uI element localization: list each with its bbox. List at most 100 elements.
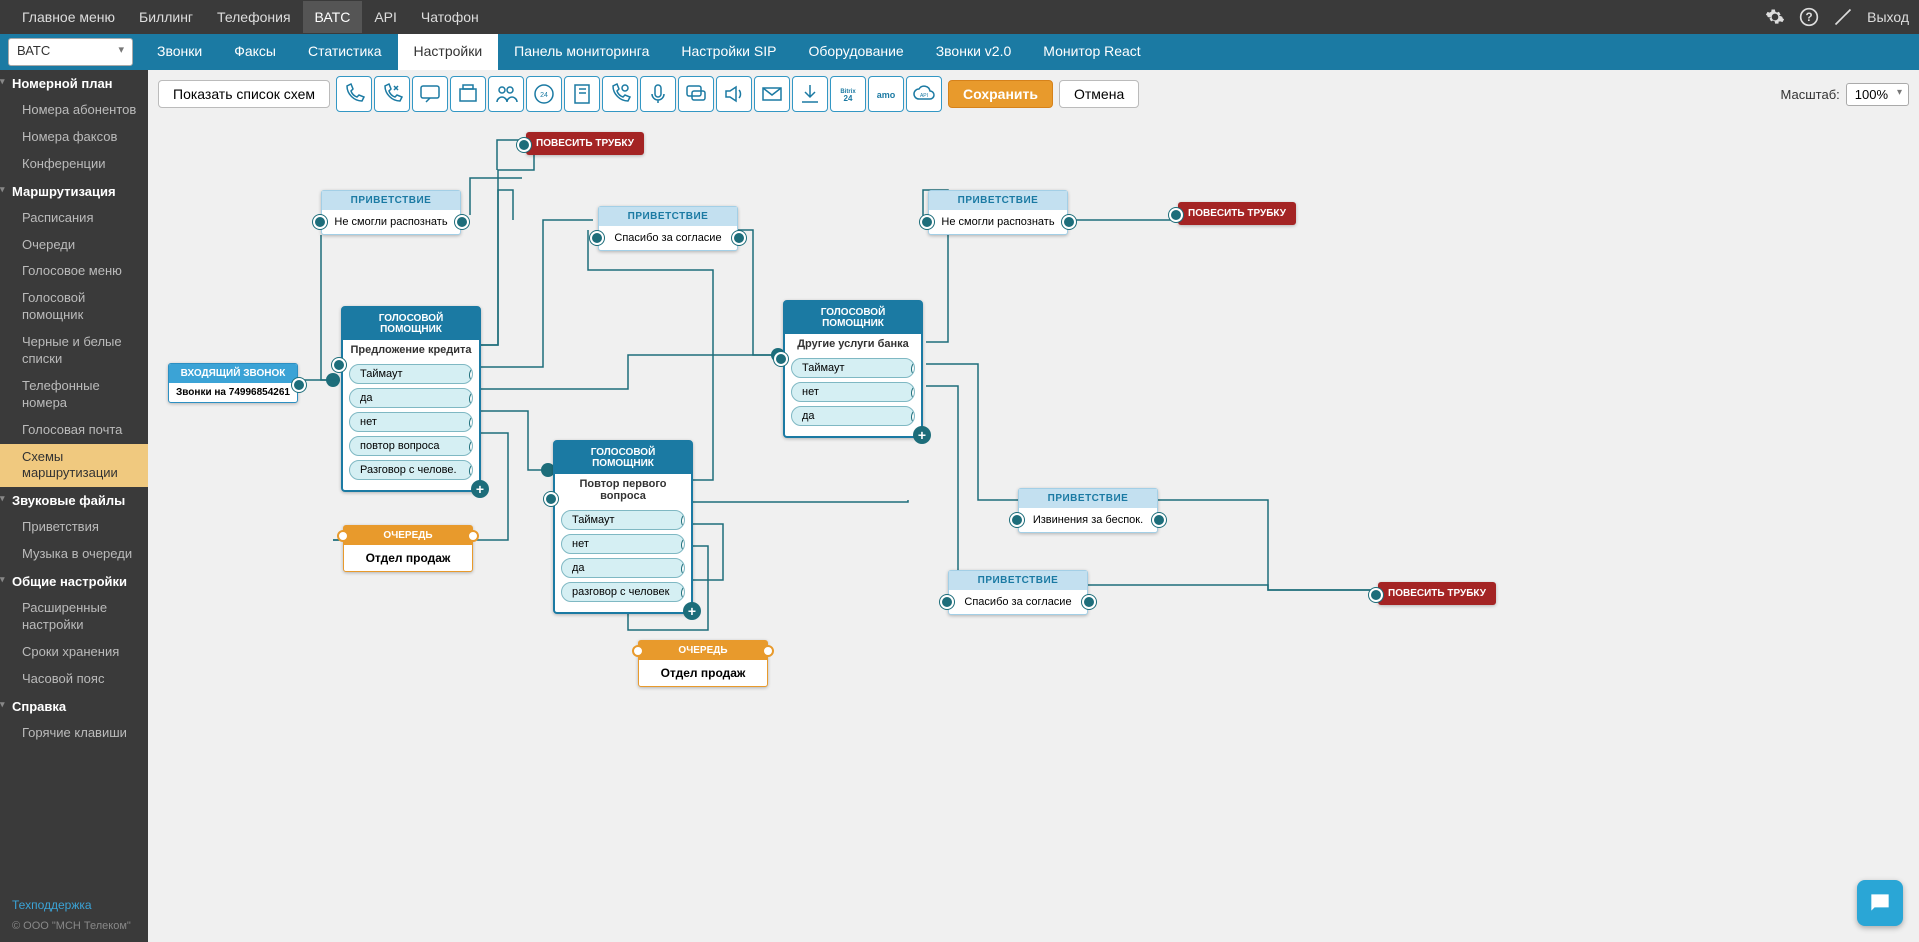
tool-cloud-api-icon[interactable]: API — [906, 76, 942, 112]
node-greeting-1[interactable]: ПРИВЕТСТВИЕ Не смогли распознать — [321, 190, 461, 235]
port-in[interactable] — [313, 215, 327, 229]
voice-opt-timeout[interactable]: ТаймаутT — [349, 364, 473, 384]
tool-phone-record-icon[interactable] — [602, 76, 638, 112]
tool-mic-icon[interactable] — [640, 76, 676, 112]
port-in[interactable] — [1369, 588, 1383, 602]
node-queue-2[interactable]: ОЧЕРЕДЬ Отдел продаж — [638, 640, 768, 687]
port-opt[interactable] — [470, 463, 473, 479]
sidebar-item-schedules[interactable]: Расписания — [0, 205, 148, 232]
topnav-billing[interactable]: Биллинг — [127, 1, 205, 33]
port-out[interactable] — [292, 378, 306, 392]
node-queue-1[interactable]: ОЧЕРЕДЬ Отдел продаж — [343, 525, 473, 572]
flow-canvas[interactable]: ВХОДЯЩИЙ ЗВОНОК Звонки на 74996854261 ПО… — [148, 70, 1919, 942]
voice-opt-timeout[interactable]: ТаймаутT — [561, 510, 685, 530]
tool-download-icon[interactable] — [792, 76, 828, 112]
topnav-chatofon[interactable]: Чатофон — [409, 1, 491, 33]
port-in[interactable] — [544, 492, 558, 506]
logout-link[interactable]: Выход — [1867, 9, 1909, 25]
sidebar-group-general[interactable]: Общие настройки — [0, 568, 148, 595]
node-greeting-5[interactable]: ПРИВЕТСТВИЕ Спасибо за согласие — [948, 570, 1088, 615]
topnav-main[interactable]: Главное меню — [10, 1, 127, 33]
voice-add-option[interactable]: + — [683, 602, 701, 620]
port-out[interactable] — [1082, 595, 1096, 609]
sidebar-item-voicemail[interactable]: Голосовая почта — [0, 417, 148, 444]
chat-fab[interactable] — [1857, 880, 1903, 926]
port-opt[interactable] — [682, 585, 685, 601]
tab-calls[interactable]: Звонки — [141, 34, 218, 70]
tool-fax-icon[interactable] — [450, 76, 486, 112]
tool-amo-icon[interactable]: amo — [868, 76, 904, 112]
context-dropdown[interactable]: ВАТС — [8, 38, 133, 66]
gear-icon[interactable] — [1765, 7, 1785, 27]
port-out[interactable] — [1152, 513, 1166, 527]
node-incoming-call[interactable]: ВХОДЯЩИЙ ЗВОНОК Звонки на 74996854261 — [168, 363, 298, 403]
topnav-api[interactable]: API — [362, 1, 409, 33]
voice-opt-no[interactable]: нет — [791, 382, 915, 402]
port-in[interactable] — [940, 595, 954, 609]
show-list-button[interactable]: Показать список схем — [158, 80, 330, 108]
port-in[interactable] — [337, 530, 349, 542]
sidebar-item-subscribers[interactable]: Номера абонентов — [0, 97, 148, 124]
sidebar-item-retention[interactable]: Сроки хранения — [0, 639, 148, 666]
tab-settings[interactable]: Настройки — [398, 34, 499, 70]
node-voice-assistant-1[interactable]: ГОЛОСОВОЙ ПОМОЩНИК Предложение кредита Т… — [341, 306, 481, 492]
sidebar-item-hotkeys[interactable]: Горячие клавиши — [0, 720, 148, 747]
voice-opt-no[interactable]: нет — [349, 412, 473, 432]
port-in[interactable] — [920, 215, 934, 229]
port-opt[interactable]: T — [470, 367, 473, 383]
port-out[interactable] — [762, 645, 774, 657]
sidebar-group-routing[interactable]: Маршрутизация — [0, 178, 148, 205]
voice-opt-no[interactable]: нет — [561, 534, 685, 554]
tab-monitoring[interactable]: Панель мониторинга — [498, 34, 665, 70]
port-in[interactable] — [1169, 208, 1183, 222]
port-opt[interactable]: T — [912, 361, 915, 377]
sidebar-item-timezone[interactable]: Часовой пояс — [0, 666, 148, 693]
port-out[interactable] — [467, 530, 479, 542]
tool-clock-icon[interactable]: 24 — [526, 76, 562, 112]
sidebar-group-numberplan[interactable]: Номерной план — [0, 70, 148, 97]
voice-opt-human[interactable]: Разговор с челове. — [349, 460, 473, 480]
sidebar-item-faxnumbers[interactable]: Номера факсов — [0, 124, 148, 151]
node-hangup-1[interactable]: ПОВЕСИТЬ ТРУБКУ — [526, 132, 644, 155]
port-opt[interactable] — [682, 561, 685, 577]
port-out[interactable] — [1062, 215, 1076, 229]
tab-sip[interactable]: Настройки SIP — [665, 34, 792, 70]
port-in[interactable] — [332, 358, 346, 372]
port-opt[interactable] — [912, 385, 915, 401]
tool-phone-arrow-icon[interactable] — [374, 76, 410, 112]
tools-icon[interactable] — [1833, 7, 1853, 27]
sidebar-item-hold-music[interactable]: Музыка в очереди — [0, 541, 148, 568]
canvas-area[interactable]: Показать список схем 24 Bitrix24 amo API — [148, 70, 1919, 942]
sidebar-item-queues[interactable]: Очереди — [0, 232, 148, 259]
voice-opt-human[interactable]: разговор с человек — [561, 582, 685, 602]
port-in[interactable] — [774, 352, 788, 366]
sidebar-item-routing-schemes[interactable]: Схемы маршрутизации — [0, 444, 148, 488]
tab-stats[interactable]: Статистика — [292, 34, 398, 70]
voice-add-option[interactable]: + — [471, 480, 489, 498]
topnav-vats[interactable]: ВАТС — [303, 1, 363, 33]
sidebar-item-greetings[interactable]: Приветствия — [0, 514, 148, 541]
port-in[interactable] — [632, 645, 644, 657]
tool-chat-icon[interactable] — [412, 76, 448, 112]
node-greeting-3[interactable]: ПРИВЕТСТВИЕ Не смогли распознать — [928, 190, 1068, 235]
voice-opt-yes[interactable]: да — [349, 388, 473, 408]
port-in[interactable] — [517, 138, 531, 152]
cancel-button[interactable]: Отмена — [1059, 80, 1139, 108]
help-icon[interactable]: ? — [1799, 7, 1819, 27]
port-opt[interactable] — [470, 391, 473, 407]
sidebar-item-assistant[interactable]: Голосовой помощник — [0, 285, 148, 329]
port-out[interactable] — [455, 215, 469, 229]
port-in[interactable] — [590, 231, 604, 245]
voice-opt-timeout[interactable]: ТаймаутT — [791, 358, 915, 378]
node-hangup-2[interactable]: ПОВЕСИТЬ ТРУБКУ — [1178, 202, 1296, 225]
node-hangup-3[interactable]: ПОВЕСИТЬ ТРУБКУ — [1378, 582, 1496, 605]
voice-opt-yes[interactable]: да — [561, 558, 685, 578]
node-greeting-4[interactable]: ПРИВЕТСТВИЕ Извинения за беспок. — [1018, 488, 1158, 533]
support-link[interactable]: Техподдержка — [12, 898, 136, 912]
port-opt[interactable] — [912, 409, 915, 425]
sidebar-group-audio[interactable]: Звуковые файлы — [0, 487, 148, 514]
sidebar-item-advanced[interactable]: Расширенные настройки — [0, 595, 148, 639]
tab-react-monitor[interactable]: Монитор React — [1027, 34, 1156, 70]
topnav-telephony[interactable]: Телефония — [205, 1, 302, 33]
sidebar-item-conferences[interactable]: Конференции — [0, 151, 148, 178]
